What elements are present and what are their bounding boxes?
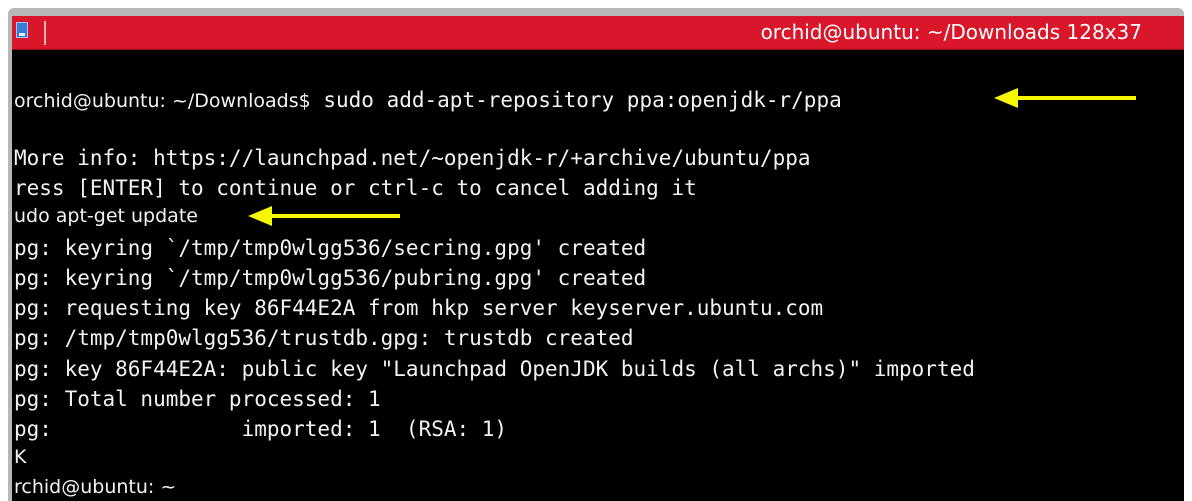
output-line: pg: requesting key 86F44E2A from hkp ser… xyxy=(14,296,824,320)
terminal-window[interactable]: orchid@ubuntu: ~/Downloads 128x37 orchid… xyxy=(12,16,1184,501)
title-bar[interactable]: orchid@ubuntu: ~/Downloads 128x37 xyxy=(12,16,1184,50)
last-prompt: rchid@ubuntu: ~ xyxy=(14,476,177,498)
output-line: pg: /tmp/tmp0wlgg536/trustdb.gpg: trustd… xyxy=(14,326,634,350)
arrow-annotation-icon xyxy=(994,88,1136,108)
output-line: pg: Total number processed: 1 xyxy=(14,387,381,411)
output-line: ress [ENTER] to continue or ctrl-c to ca… xyxy=(14,176,697,200)
output-line: More info: https://launchpad.net/~openjd… xyxy=(14,146,811,170)
output-line: pg: key 86F44E2A: public key "Launchpad … xyxy=(14,357,975,381)
output-line: pg: imported: 1 (RSA: 1) xyxy=(14,417,508,441)
title-separator xyxy=(44,21,46,45)
command-text: sudo add-apt-repository ppa:openjdk-r/pp… xyxy=(323,88,842,112)
arrow-annotation-icon xyxy=(248,206,400,226)
output-line: pg: keyring `/tmp/tmp0wlgg536/secring.gp… xyxy=(14,236,647,260)
command-line[interactable]: orchid@ubuntu: ~/Downloads$ sudo add-apt… xyxy=(14,86,842,115)
terminal-icon[interactable] xyxy=(16,22,28,38)
output-line: pg: keyring `/tmp/tmp0wlgg536/pubring.gp… xyxy=(14,266,647,290)
output-line: K xyxy=(14,446,27,468)
window-title: orchid@ubuntu: ~/Downloads 128x37 xyxy=(760,20,1142,44)
prompt-text: orchid@ubuntu: ~/Downloads$ xyxy=(14,90,311,112)
output-line: udo apt-get update xyxy=(14,205,198,227)
